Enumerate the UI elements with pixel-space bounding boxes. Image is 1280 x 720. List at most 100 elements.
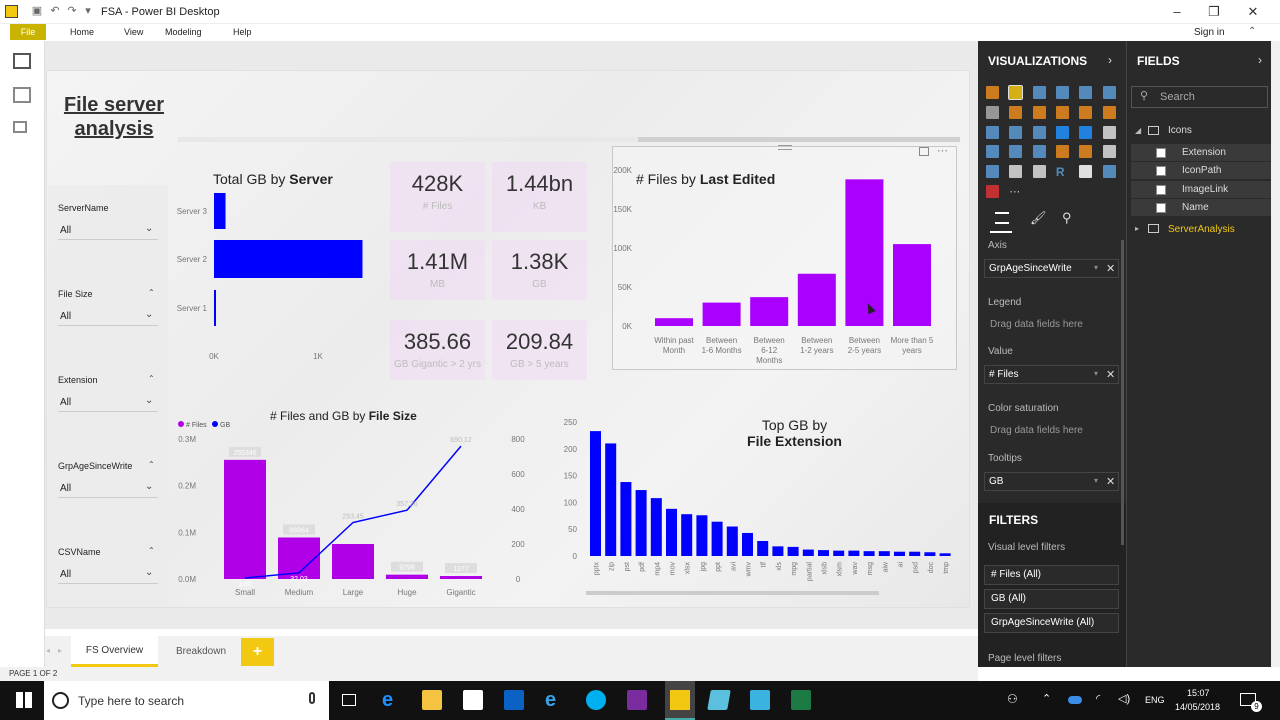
bar[interactable] (757, 540, 769, 556)
bar[interactable] (742, 532, 753, 556)
bar[interactable] (939, 553, 951, 556)
analytics-tab-icon[interactable]: ⚲ (1062, 210, 1072, 226)
excel-icon[interactable] (791, 690, 811, 710)
bar[interactable] (924, 552, 936, 556)
bar[interactable] (726, 526, 738, 556)
chevron-down-icon[interactable]: ⌄ (145, 481, 153, 492)
slicer-value[interactable]: All (60, 569, 71, 580)
slicer-value[interactable]: All (60, 483, 71, 494)
tab-nav-right-icon[interactable]: ▸ (58, 646, 62, 655)
focus-mode-icon[interactable] (919, 147, 929, 156)
donut-icon[interactable] (1055, 125, 1069, 139)
table-icons[interactable]: Icons (1168, 125, 1192, 136)
fields-tab-icon[interactable] (995, 212, 1009, 224)
bar[interactable] (214, 240, 363, 278)
page-tab-fs-overview[interactable]: FS Overview (71, 636, 158, 667)
relationships-view-icon[interactable] (13, 121, 27, 133)
outlook-icon[interactable] (504, 690, 524, 710)
tab-file[interactable]: File (10, 24, 46, 40)
bar[interactable] (605, 443, 617, 556)
card-icon[interactable] (1055, 145, 1069, 159)
tab-help[interactable]: Help (233, 24, 252, 41)
value-well-remove-icon[interactable]: ✕ (1106, 368, 1115, 381)
slicer-collapse-icon[interactable]: ⌃ (148, 288, 155, 297)
bar[interactable] (894, 551, 905, 556)
chevron-down-icon[interactable]: ⌄ (145, 395, 153, 406)
matrix-icon[interactable] (1032, 165, 1046, 179)
globe-icon[interactable] (1079, 165, 1093, 179)
windows-start-icon[interactable] (16, 692, 32, 708)
bar[interactable] (214, 290, 216, 326)
add-page-button[interactable]: + (241, 638, 274, 666)
fields-search-input[interactable]: Search (1160, 91, 1195, 103)
data-view-icon[interactable] (13, 87, 31, 103)
tab-home[interactable]: Home (70, 24, 94, 41)
arcgis-icon[interactable] (1102, 165, 1116, 179)
kpi-icon[interactable] (1102, 145, 1116, 159)
100-bar-icon[interactable] (1079, 86, 1093, 99)
taskbar-search-input[interactable]: Type here to search (78, 694, 184, 708)
bar[interactable] (702, 302, 741, 326)
bar[interactable] (818, 550, 829, 556)
page-tab-breakdown[interactable]: Breakdown (162, 636, 240, 667)
field-checkbox[interactable] (1156, 202, 1166, 213)
bar[interactable] (681, 514, 693, 556)
save-icon[interactable]: ▣ (31, 5, 43, 17)
clustered-column-icon[interactable] (1055, 86, 1069, 99)
edge-icon[interactable]: e (382, 690, 402, 710)
bar[interactable] (650, 498, 662, 556)
bar[interactable] (802, 549, 814, 556)
volume-icon[interactable]: ◁) (1118, 692, 1130, 705)
minimize-button[interactable]: – (1162, 3, 1192, 21)
bar[interactable] (878, 551, 890, 556)
people-icon[interactable]: ⚇ (1007, 692, 1018, 706)
top-scrollbar[interactable] (178, 137, 960, 142)
bar[interactable] (833, 550, 845, 556)
funnel-icon[interactable] (1009, 145, 1023, 159)
tooltips-well-remove-icon[interactable]: ✕ (1106, 475, 1115, 488)
100-column-icon[interactable] (1102, 86, 1116, 99)
viz-pane-scrollbar[interactable] (1121, 240, 1124, 545)
extension-chart-scrollbar[interactable] (586, 591, 879, 595)
table-icon[interactable] (1009, 165, 1023, 179)
pie-chart-icon[interactable] (1032, 125, 1046, 139)
collapse-visualizations-icon[interactable]: › (1108, 53, 1112, 67)
r-visual-icon[interactable]: R (1056, 165, 1069, 179)
file-explorer-icon[interactable] (422, 690, 442, 710)
filter-files[interactable]: # Files (All) (984, 565, 1119, 585)
stacked-area-icon[interactable] (1032, 105, 1046, 119)
show-hidden-icons-icon[interactable]: ⌃ (1042, 692, 1051, 705)
onedrive-icon[interactable] (1068, 696, 1082, 704)
expand-serveranalysis-icon[interactable]: ▸ (1135, 224, 1139, 233)
store-icon[interactable] (463, 690, 483, 710)
task-view-icon[interactable] (342, 694, 356, 706)
close-button[interactable]: ✕ (1238, 3, 1268, 21)
bar[interactable] (224, 459, 266, 579)
tooltips-well[interactable]: GB (984, 472, 1119, 491)
bar[interactable] (635, 490, 647, 556)
chevron-down-icon[interactable]: ⌄ (145, 223, 153, 234)
filter-gb[interactable]: GB (All) (984, 589, 1119, 609)
more-options-icon[interactable]: ⋯ (937, 144, 948, 157)
clustered-bar-icon[interactable] (1032, 86, 1046, 99)
fields-search-box[interactable] (1131, 86, 1268, 108)
field-checkbox[interactable] (1156, 148, 1166, 158)
gauge-icon[interactable] (1032, 145, 1046, 159)
value-well-dropdown-icon[interactable]: ▾ (1094, 369, 1098, 378)
bar[interactable] (386, 574, 428, 579)
bar[interactable] (332, 544, 374, 579)
slicer-value[interactable]: All (60, 225, 71, 236)
collapse-fields-icon[interactable]: › (1258, 53, 1262, 67)
line-column-icon[interactable] (1055, 105, 1069, 119)
bar[interactable] (655, 318, 693, 326)
chevron-down-icon[interactable]: ⌄ (145, 567, 153, 578)
field-item[interactable]: Name (1182, 202, 1209, 213)
custom-visual-icon[interactable] (986, 185, 999, 198)
customize-toolbar-icon[interactable]: ▾ (82, 5, 94, 17)
slicer-value[interactable]: All (60, 397, 71, 408)
bar[interactable] (863, 551, 875, 556)
remote-desktop-icon[interactable] (750, 690, 770, 710)
slicer-value[interactable]: All (60, 311, 71, 322)
more-visuals-icon[interactable]: ⋯ (1009, 185, 1022, 198)
onenote-icon[interactable] (627, 690, 647, 710)
